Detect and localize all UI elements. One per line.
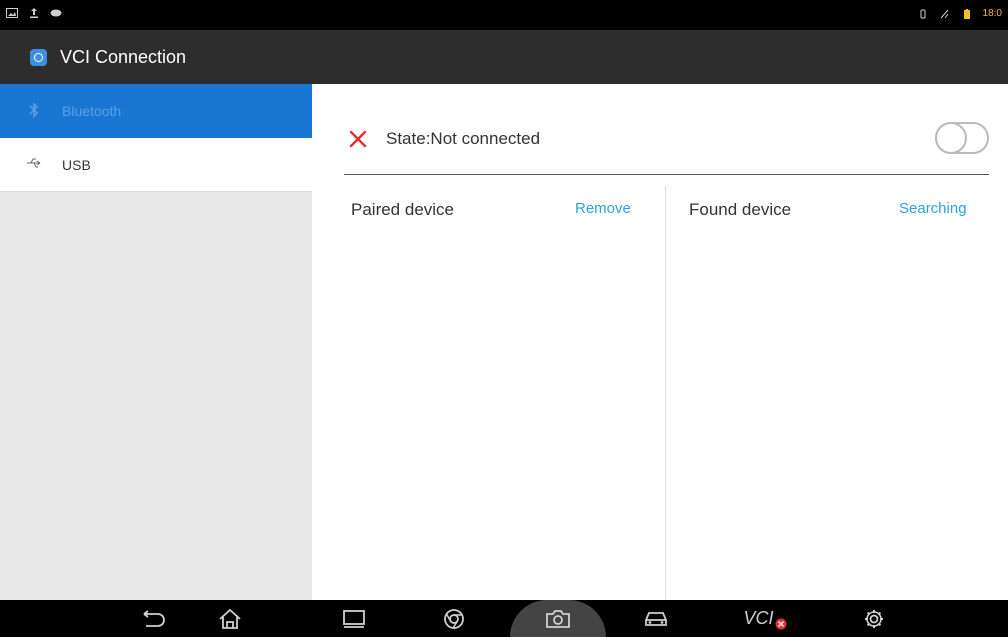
close-icon (349, 130, 367, 148)
back-icon (143, 609, 165, 627)
browser-button[interactable] (436, 600, 472, 637)
browser-icon (444, 608, 464, 629)
connection-toggle[interactable] (935, 122, 989, 154)
camera-button[interactable] (540, 600, 576, 637)
status-bar: 18:0 (0, 0, 1008, 30)
vci-label: VCI (743, 608, 774, 628)
column-divider (665, 186, 666, 600)
status-time: 18:0 (982, 8, 1002, 19)
settings-icon (865, 609, 883, 628)
vci-button[interactable]: VCI (740, 600, 790, 637)
sidebar: Bluetooth USB (0, 84, 312, 600)
car-icon (645, 611, 667, 626)
paired-device-title: Paired device (351, 200, 455, 219)
recents-icon (343, 609, 365, 628)
page-title: VCI Connection (60, 46, 187, 67)
vci-app-icon (30, 48, 47, 66)
upload-icon (30, 8, 38, 18)
home-button[interactable] (212, 600, 248, 637)
back-button[interactable] (135, 600, 171, 637)
settings-button[interactable] (856, 600, 892, 637)
bluetooth-icon (24, 101, 44, 121)
vci-error-icon (775, 618, 786, 629)
signal-icon (940, 9, 948, 18)
searching-button[interactable]: Searching (899, 200, 967, 217)
sidebar-item-bluetooth[interactable]: Bluetooth (0, 84, 312, 138)
sidebar-item-usb[interactable]: USB (0, 138, 312, 192)
toggle-knob (935, 122, 967, 154)
usb-icon (24, 157, 44, 172)
main-panel: State:Not connected Paired device Remove… (312, 84, 1008, 600)
home-icon (219, 608, 241, 629)
connection-state-row: State:Not connected (344, 114, 989, 175)
battery-icon (963, 8, 970, 19)
image-icon (6, 8, 18, 18)
remove-button[interactable]: Remove (575, 200, 631, 217)
camera-icon (546, 609, 570, 628)
recents-button[interactable] (336, 600, 372, 637)
connection-state-text: State:Not connected (386, 129, 541, 148)
found-device-title: Found device (689, 200, 792, 219)
car-button[interactable] (638, 600, 674, 637)
vibrate-icon (920, 9, 926, 18)
navigation-bar: VCI (0, 600, 1008, 637)
sidebar-item-label: Bluetooth (62, 103, 122, 119)
gamepad-icon (50, 9, 62, 17)
app-bar: VCI Connection (0, 30, 1008, 84)
sidebar-item-label: USB (62, 156, 91, 173)
